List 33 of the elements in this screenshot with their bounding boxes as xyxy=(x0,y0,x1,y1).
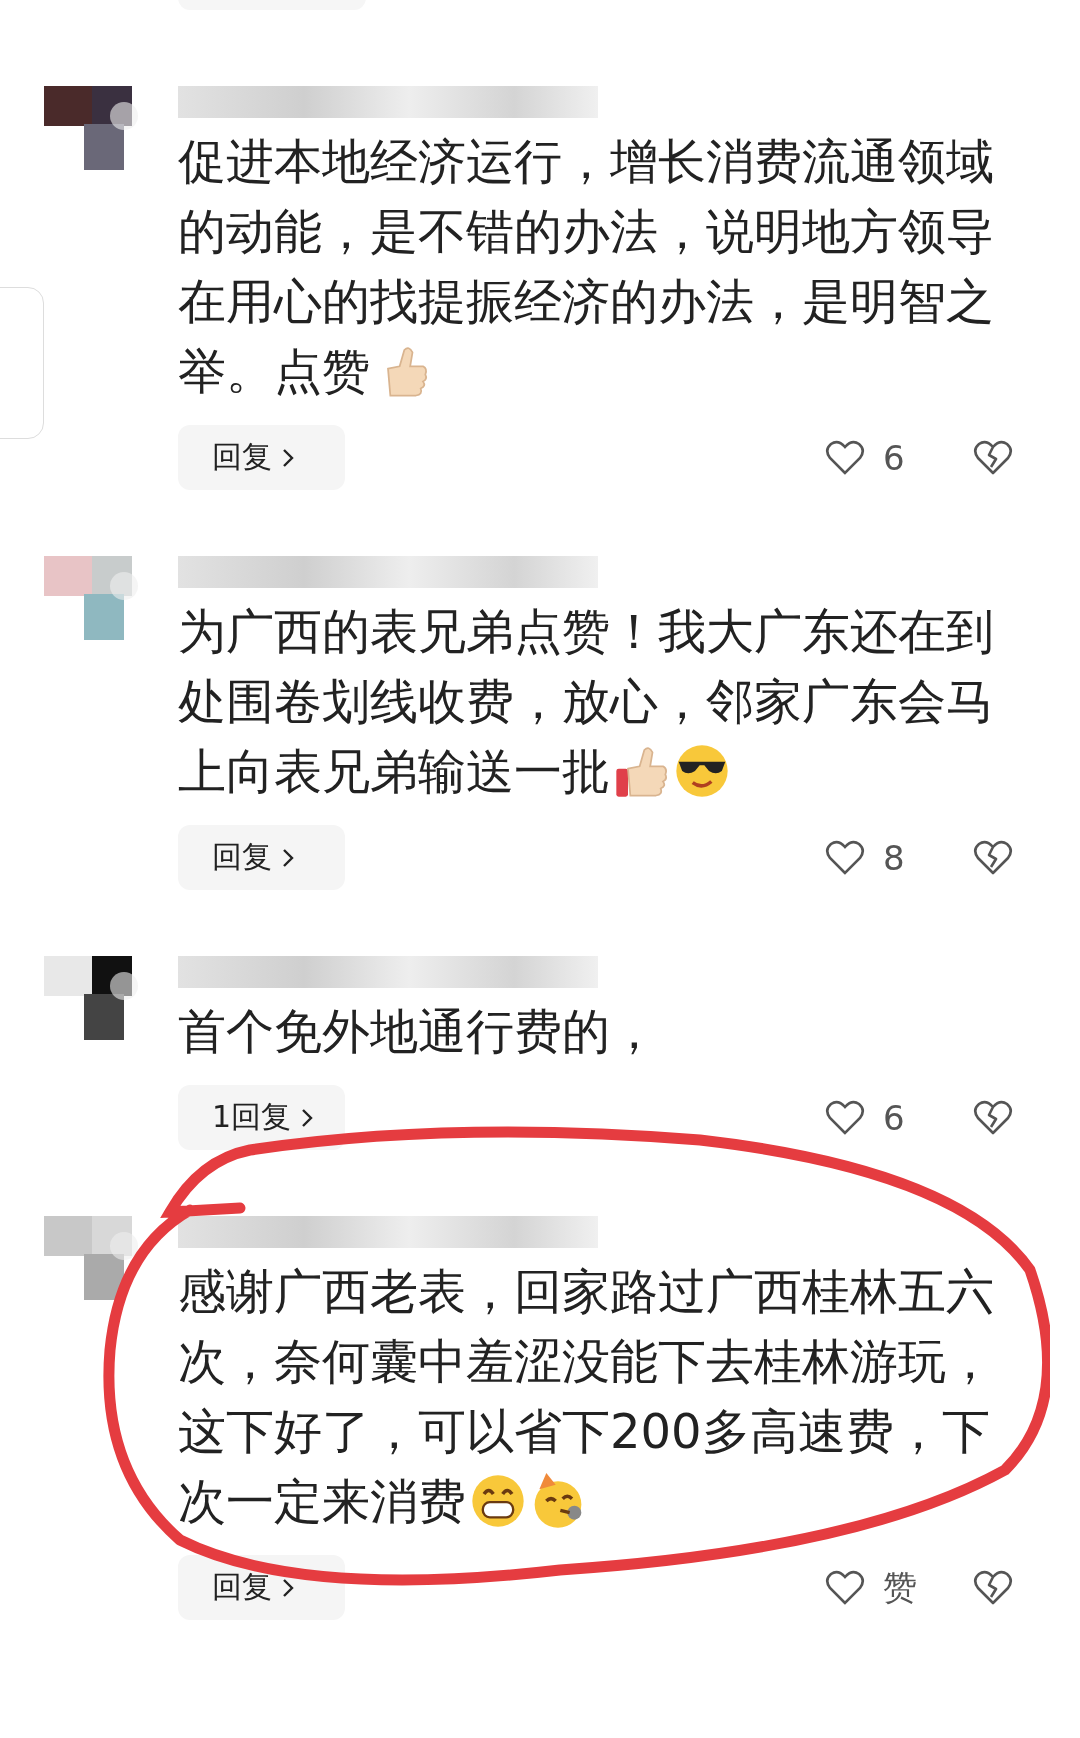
broken-heart-icon[interactable] xyxy=(973,439,1013,476)
comment-text: 次一定来消费 xyxy=(178,1472,466,1531)
comment-text: 举。点赞 xyxy=(178,342,370,401)
comment-text: 感谢广西老表，回家路过广西桂林五六 xyxy=(178,1262,994,1321)
comment-text: 首个免外地通行费的， xyxy=(178,1002,658,1061)
like-count: 8 xyxy=(883,837,906,878)
comment-text: 为广西的表兄弟点赞！我大广东还在到 xyxy=(178,602,994,661)
chevron-icon xyxy=(282,847,294,868)
broken-heart-icon[interactable] xyxy=(973,839,1013,876)
comment-text: 上向表兄弟输送一批 xyxy=(178,742,610,801)
like-count: 赞 xyxy=(883,1565,918,1609)
broken-heart-icon[interactable] xyxy=(973,1569,1013,1606)
comment-text: 促进本地经济运行，增长消费流通领域 xyxy=(178,132,994,191)
comment-text: 这下好了，可以省下200多高速费，下 xyxy=(178,1402,990,1461)
heart-icon[interactable] xyxy=(825,1569,865,1606)
reply-button[interactable]: 1回复 xyxy=(178,1085,345,1150)
reply-button[interactable]: 回复 xyxy=(178,825,345,890)
heart-icon[interactable] xyxy=(825,1099,865,1136)
comment-text: 在用心的找提振经济的办法，是明智之 xyxy=(178,272,994,331)
chevron-icon xyxy=(301,1107,314,1128)
heart-icon[interactable] xyxy=(825,439,865,476)
chevron-icon xyxy=(282,447,294,468)
reply-button[interactable]: 回复 xyxy=(178,425,345,490)
grinning-face-icon xyxy=(470,1473,526,1529)
comment-text: 次，奈何囊中羞涩没能下去桂林游玩， xyxy=(178,1332,994,1391)
comment-text: 的动能，是不错的办法，说明地方领导 xyxy=(178,202,994,261)
like-count: 6 xyxy=(883,437,906,478)
like-count: 6 xyxy=(883,1097,906,1138)
comment-text: 处围卷划线收费，放心，邻家广东会马 xyxy=(178,672,994,731)
sunglasses-face-icon xyxy=(674,743,730,799)
chevron-icon xyxy=(282,1577,294,1598)
heart-icon[interactable] xyxy=(825,839,865,876)
broken-heart-icon[interactable] xyxy=(973,1099,1013,1136)
